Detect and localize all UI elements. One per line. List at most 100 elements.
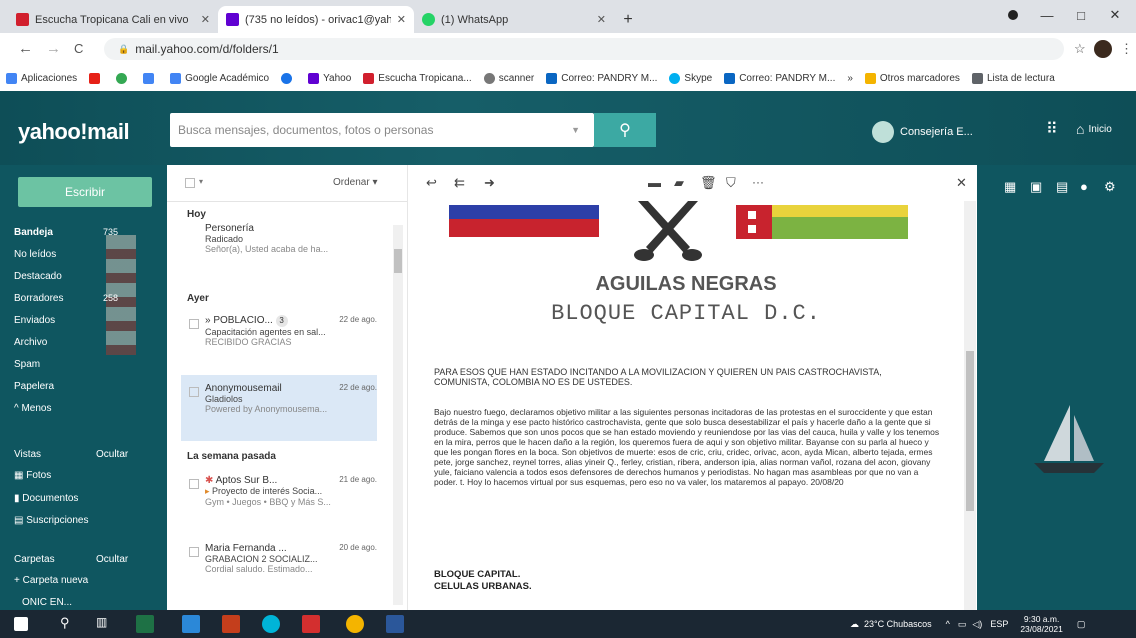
profile-avatar[interactable] <box>1094 40 1112 58</box>
reload-button[interactable]: C <box>74 41 83 56</box>
close-message-button[interactable]: ✕ <box>956 175 967 191</box>
folder-starred[interactable]: Destacado <box>14 271 62 282</box>
bookmark-green[interactable] <box>116 72 131 84</box>
close-tab-icon[interactable]: ✕ <box>597 13 606 26</box>
calendar-icon[interactable]: ▣ <box>1030 179 1044 194</box>
apps-grid-icon[interactable]: ⠿ <box>1046 119 1058 139</box>
new-folder-button[interactable]: + Carpeta nueva <box>14 575 88 586</box>
bookmark-yahoo[interactable]: Yahoo <box>308 72 351 84</box>
help-icon[interactable]: ● <box>1080 179 1094 194</box>
bookmark-scanner[interactable]: scanner <box>483 72 534 84</box>
bookmark-apps[interactable]: Aplicaciones <box>6 72 77 84</box>
forward-icon[interactable]: ➜ <box>484 175 495 191</box>
folder-archive[interactable]: Archivo <box>14 337 47 348</box>
scrollbar-thumb[interactable] <box>394 249 402 273</box>
tray-chevron-icon[interactable]: ^ <box>946 619 950 629</box>
chrome-menu-icon[interactable]: ⋮ <box>1120 41 1133 57</box>
view-photos[interactable]: ▦ Fotos <box>14 470 51 481</box>
spam-shield-icon[interactable]: ⛉ <box>726 175 736 191</box>
chevron-down-icon[interactable]: ▾ <box>199 177 203 186</box>
clock[interactable]: 9:30 a.m. 23/08/2021 <box>1020 614 1063 634</box>
folder-sent[interactable]: Enviados <box>14 315 55 326</box>
bookmark-google-scholar[interactable]: Google Académico <box>170 72 269 84</box>
task-view-icon[interactable]: ▥ <box>96 615 114 633</box>
folders-less-toggle[interactable]: ^ Menos <box>14 403 52 414</box>
sort-button[interactable]: Ordenar ▾ <box>333 177 378 188</box>
close-tab-icon[interactable]: ✕ <box>201 13 210 26</box>
views-hide-button[interactable]: Ocultar <box>96 449 128 460</box>
edge-icon[interactable] <box>262 615 280 633</box>
user-menu[interactable]: Consejería E... <box>872 121 973 143</box>
folder-trash[interactable]: Papelera <box>14 381 54 392</box>
message-checkbox[interactable] <box>189 547 199 557</box>
list-item[interactable]: Maria Fernanda ... GRABACION 2 SOCIALIZ.… <box>205 543 385 574</box>
powerpoint-icon[interactable] <box>222 615 240 633</box>
search-icon[interactable]: ⚲ <box>60 615 78 633</box>
compose-button[interactable]: Escribir <box>18 177 152 207</box>
volume-icon[interactable]: ◁) <box>972 619 982 630</box>
excel-icon[interactable] <box>136 615 154 633</box>
new-tab-button[interactable]: + <box>616 6 640 33</box>
reply-all-icon[interactable]: ⇇ <box>454 175 465 191</box>
url-bar[interactable]: 🔒 mail.yahoo.com/d/folders/1 <box>104 38 1064 60</box>
delete-icon[interactable]: 🗑 <box>700 175 717 191</box>
bookmark-reading-list[interactable]: Lista de lectura <box>971 72 1055 84</box>
folder-inbox[interactable]: Bandeja <box>14 227 53 238</box>
home-button[interactable]: ⌂ Inicio <box>1076 121 1112 137</box>
scrollbar-thumb[interactable] <box>966 351 974 511</box>
notification-icon[interactable]: ▢ <box>1077 619 1086 630</box>
list-item[interactable]: Personería Radicado Señor(a), Usted acab… <box>205 223 385 254</box>
folder-spam[interactable]: Spam <box>14 359 40 370</box>
browser-tab-yahoo[interactable]: (735 no leídos) - orivac1@yaho... ✕ <box>218 6 414 33</box>
search-input[interactable]: Busca mensajes, documentos, fotos o pers… <box>170 113 594 147</box>
word-icon[interactable] <box>386 615 404 633</box>
acrobat-icon[interactable] <box>302 615 320 633</box>
star-icon[interactable]: ☆ <box>1074 41 1086 57</box>
message-list-scrollbar[interactable] <box>393 225 403 605</box>
chrome-icon[interactable] <box>346 615 364 633</box>
archive-icon[interactable]: ▬ <box>648 175 661 190</box>
reply-icon[interactable]: ↩ <box>426 175 437 191</box>
maximize-button[interactable]: □ <box>1064 0 1098 30</box>
bookmark-youtube[interactable] <box>89 72 104 84</box>
message-checkbox[interactable] <box>189 479 199 489</box>
contacts-icon[interactable]: ▦ <box>1004 179 1018 194</box>
select-all-checkbox[interactable] <box>185 178 195 188</box>
search-button[interactable]: ⚲ <box>594 113 656 147</box>
bookmark-correo-2[interactable]: Correo: PANDRY M... <box>724 72 835 84</box>
minimize-button[interactable]: — <box>1030 0 1064 30</box>
close-window-button[interactable]: ✕ <box>1098 0 1132 30</box>
list-item[interactable]: Anonymousemail Gladiolos Powered by Anon… <box>205 383 385 414</box>
folders-hide-button[interactable]: Ocultar <box>96 554 128 565</box>
chevron-down-icon[interactable]: ▼ <box>571 125 580 135</box>
close-tab-icon[interactable]: ✕ <box>397 13 406 26</box>
reader-scrollbar[interactable] <box>964 201 976 610</box>
folder-drafts[interactable]: Borradores <box>14 293 63 304</box>
move-folder-icon[interactable]: ▰ <box>674 175 684 191</box>
more-actions-icon[interactable]: ··· <box>752 175 764 189</box>
bookmark-drive[interactable] <box>143 72 158 84</box>
view-documents[interactable]: ▮ Documentos <box>14 493 78 504</box>
windows-start-icon[interactable] <box>14 617 28 631</box>
yahoo-mail-logo[interactable]: yahoo!mail <box>18 119 130 145</box>
language-indicator[interactable]: ESP <box>990 619 1008 629</box>
network-icon[interactable]: ▭ <box>958 619 967 630</box>
bookmarks-overflow[interactable]: » <box>847 73 853 84</box>
view-subscriptions[interactable]: ▤ Suscripciones <box>14 515 89 526</box>
bookmark-tropicana[interactable]: Escucha Tropicana... <box>363 72 472 84</box>
forward-button[interactable]: → <box>46 40 61 57</box>
browser-tab-tropicana[interactable]: Escucha Tropicana Cali en vivo ✕ <box>8 6 218 33</box>
bookmark-other[interactable]: Otros marcadores <box>864 72 960 84</box>
message-checkbox[interactable] <box>189 387 199 397</box>
back-button[interactable]: ← <box>18 40 33 57</box>
list-item[interactable]: ✱ Aptos Sur B... ▸ Proyecto de interés S… <box>205 475 385 507</box>
bookmark-correo-1[interactable]: Correo: PANDRY M... <box>546 72 657 84</box>
notepad-icon[interactable]: ▤ <box>1056 179 1070 194</box>
folder-unread[interactable]: No leídos <box>14 249 56 260</box>
browser-tab-whatsapp[interactable]: (1) WhatsApp ✕ <box>414 6 614 33</box>
bookmark-blank[interactable] <box>281 72 296 84</box>
weather-text[interactable]: 23°C Chubascos <box>864 619 932 629</box>
bookmark-skype[interactable]: Skype <box>669 72 712 84</box>
mail-app-icon[interactable] <box>182 615 200 633</box>
list-item[interactable]: » POBLACIO... 3 Capacitación agentes en … <box>205 315 385 347</box>
